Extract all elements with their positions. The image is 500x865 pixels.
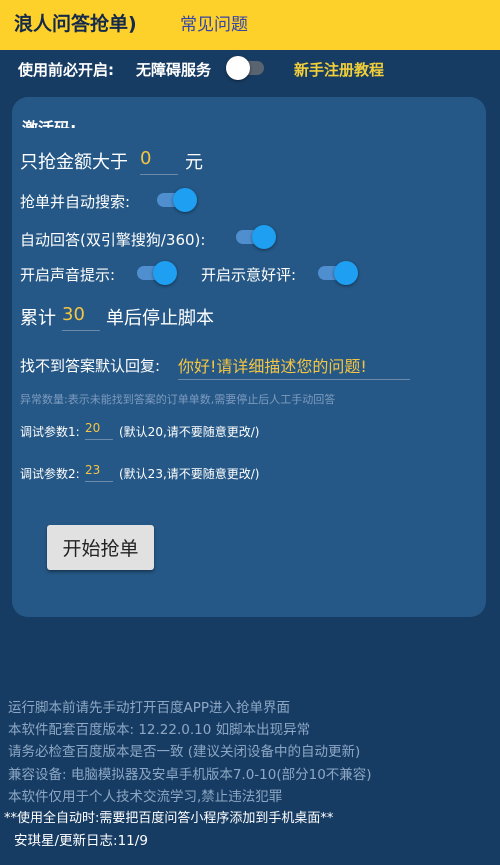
- auto-answer-toggle[interactable]: [236, 225, 276, 249]
- default-reply-label: 找不到答案默认回复:: [20, 357, 161, 375]
- param2-hint: (默认23,请不要随意更改/): [119, 467, 260, 481]
- min-amount-label: 只抢金额大于: [20, 152, 128, 173]
- min-amount-input[interactable]: 0: [140, 148, 178, 175]
- auto-search-label: 抢单并自动搜索:: [20, 193, 131, 211]
- start-grab-button[interactable]: 开始抢单: [47, 525, 154, 570]
- param2-label: 调试参数2:: [20, 467, 80, 481]
- activation-code-label: 激活码:: [22, 116, 102, 128]
- stop-after-input[interactable]: 30: [62, 304, 100, 331]
- error-count-note: 异常数量:表示未能找到答案的订单单数,需要停止后人工手动回答: [20, 393, 336, 406]
- sound-label: 开启声音提示:: [20, 266, 116, 284]
- param1-input[interactable]: 20: [85, 421, 113, 440]
- changelog-link[interactable]: 安琪星/更新日志:11/9: [14, 829, 148, 849]
- app-header: 浪人问答抢单) 常见问题: [0, 0, 500, 50]
- info-line: 本软件配套百度版本: 12.22.0.10 如脚本出现异常: [8, 722, 311, 738]
- toggle-thumb: [252, 225, 276, 249]
- param2-input[interactable]: 23: [85, 463, 113, 482]
- accessibility-label: 无障碍服务: [136, 61, 212, 79]
- faq-link[interactable]: 常见问题: [180, 10, 248, 35]
- min-amount-unit: 元: [185, 152, 203, 173]
- info-line: 兼容设备: 电脑模拟器及安卓手机版本7.0-10(部分10不兼容): [8, 767, 372, 783]
- info-line: 请务必检查百度版本是否一致 (建议关闭设备中的自动更新): [8, 744, 361, 760]
- prereq-label: 使用前必开启:: [18, 61, 114, 79]
- accessibility-toggle[interactable]: [226, 56, 266, 80]
- toggle-thumb: [153, 261, 177, 285]
- app-title: 浪人问答抢单): [14, 13, 137, 35]
- good-review-toggle[interactable]: [318, 261, 358, 285]
- tutorial-link[interactable]: 新手注册教程: [294, 59, 384, 80]
- stop-after-suffix: 单后停止脚本: [106, 308, 214, 329]
- stop-after-prefix: 累计: [20, 308, 56, 329]
- desktop-shortcut-warning: **使用全自动时:需要把百度问答小程序添加到手机桌面**: [4, 811, 334, 826]
- auto-answer-label: 自动回答(双引擎搜狗/360):: [20, 231, 206, 249]
- default-reply-input[interactable]: 你好!请详细描述您的问题!: [178, 353, 410, 380]
- toggle-thumb: [334, 261, 358, 285]
- param1-hint: (默认20,请不要随意更改/): [119, 425, 260, 439]
- param1-label: 调试参数1:: [20, 425, 80, 439]
- good-review-label: 开启示意好评:: [201, 266, 297, 284]
- auto-search-toggle[interactable]: [157, 188, 197, 212]
- sound-toggle[interactable]: [137, 261, 177, 285]
- toggle-thumb: [173, 188, 197, 212]
- toggle-thumb: [226, 56, 250, 80]
- info-line: 运行脚本前请先手动打开百度APP进入抢单界面: [8, 700, 291, 716]
- info-line: 本软件仅用于个人技术交流学习,禁止违法犯罪: [8, 789, 283, 805]
